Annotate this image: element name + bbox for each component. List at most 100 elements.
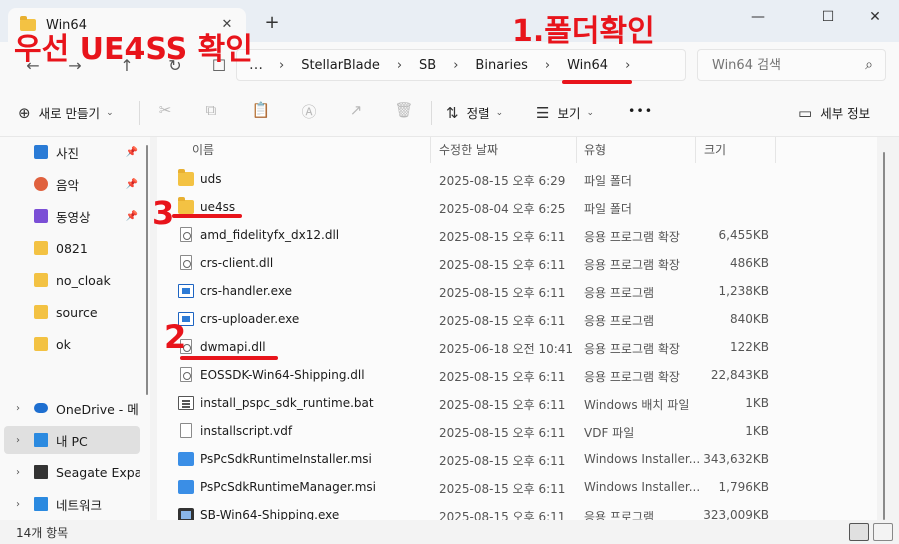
breadcrumb-stellarblade[interactable]: StellarBlade (301, 58, 380, 73)
chevron-right-icon[interactable]: › (16, 499, 20, 510)
new-tab-button[interactable]: + (262, 14, 282, 34)
column-header-type[interactable]: 유형 (584, 141, 606, 158)
breadcrumb-separator[interactable]: › (279, 58, 284, 73)
file-row[interactable]: PsPcSdkRuntimeManager.msi 2025-08-15 오후 6… (157, 473, 877, 501)
file-row[interactable]: crs-uploader.exe 2025-08-15 오후 6:11 응용 프로그… (157, 305, 877, 333)
chevron-right-icon[interactable]: › (16, 435, 20, 446)
file-size: 1,796KB (718, 480, 769, 494)
file-row[interactable]: ue4ss 2025-08-04 오후 6:25 파일 폴더 (157, 193, 877, 221)
details-view-button[interactable] (849, 523, 869, 541)
sidebar-item-no-cloak[interactable]: no_cloak (4, 266, 140, 294)
chevron-right-icon[interactable]: › (16, 467, 20, 478)
pc-icon (34, 433, 48, 447)
plus-circle-icon: ⊕ (18, 103, 31, 122)
column-header-modified[interactable]: 수정한 날짜 (439, 141, 498, 158)
breadcrumb-win64[interactable]: Win64 (567, 58, 608, 73)
file-date: 2025-08-15 오후 6:11 (439, 286, 566, 300)
file-type: 응용 프로그램 (584, 510, 655, 520)
minimize-button[interactable]: — (736, 6, 780, 28)
sidebar-item-network[interactable]: › 네트워크 (4, 490, 140, 518)
pin-icon[interactable]: 📌 (126, 211, 138, 222)
file-name: EOSSDK-Win64-Shipping.dll (200, 368, 365, 382)
close-window-button[interactable]: ✕ (853, 6, 897, 28)
pin-icon[interactable]: 📌 (126, 179, 138, 190)
file-date: 2025-08-15 오후 6:11 (439, 482, 566, 496)
sidebar-item-this-pc[interactable]: › 내 PC (4, 426, 140, 454)
maximize-button[interactable]: ☐ (806, 6, 850, 28)
delete-icon[interactable]: 🗑 (393, 101, 415, 123)
sidebar-item-0821[interactable]: 0821 (4, 234, 140, 262)
sidebar-scrollbar[interactable] (146, 145, 148, 395)
file-row[interactable]: SB-Win64-Shipping.exe 2025-08-15 오후 6:11 응… (157, 501, 877, 520)
column-header-name[interactable]: 이름 (192, 141, 214, 158)
file-type: 응용 프로그램 확장 (584, 258, 680, 272)
file-row[interactable]: uds 2025-08-15 오후 6:29 파일 폴더 (157, 165, 877, 193)
file-list-scrollbar[interactable] (883, 152, 885, 520)
details-pane-button[interactable]: ▭ 세부 정보 (798, 103, 870, 122)
new-button[interactable]: ⊕ 새로 만들기 ⌄ (18, 103, 114, 122)
sidebar-item-ok[interactable]: ok (4, 330, 140, 358)
sidebar-item-source[interactable]: source (4, 298, 140, 326)
breadcrumb-binaries[interactable]: Binaries (475, 58, 527, 73)
annotation-underline-dwmapi (180, 356, 278, 360)
file-date: 2025-08-15 오후 6:11 (439, 426, 566, 440)
breadcrumb-separator[interactable]: › (545, 58, 550, 73)
new-button-label: 새로 만들기 (38, 106, 101, 121)
view-button[interactable]: ☰ 보기 ⌄ (536, 103, 594, 122)
file-row[interactable]: install_pspc_sdk_runtime.bat 2025-08-15 오… (157, 389, 877, 417)
annotation-step1: 1.폴더확인 (512, 14, 655, 49)
paste-icon[interactable]: 📋 (250, 101, 272, 123)
address-bar[interactable]: … › StellarBlade › SB › Binaries › Win64… (236, 49, 686, 81)
folder-icon (34, 241, 48, 255)
pin-icon[interactable]: 📌 (126, 147, 138, 158)
chevron-down-icon: ⌄ (106, 107, 114, 118)
column-divider[interactable] (695, 137, 696, 163)
command-bar: ⊕ 새로 만들기 ⌄ ✂ ⧉ 📋 Ⓐ ↗ 🗑 ⇅ 정렬 ⌄ ☰ 보기 ⌄ •••… (0, 89, 899, 137)
column-divider[interactable] (576, 137, 577, 163)
file-name: SB-Win64-Shipping.exe (200, 508, 340, 520)
file-size: 343,632KB (703, 452, 769, 466)
more-options-button[interactable]: ••• (628, 103, 653, 118)
search-box[interactable]: ⌕ (697, 49, 886, 81)
more-icon: ••• (628, 103, 654, 118)
sort-button[interactable]: ⇅ 정렬 ⌄ (446, 103, 503, 122)
sort-arrow-icon: ^ (303, 137, 311, 143)
breadcrumb-separator[interactable]: › (453, 58, 458, 73)
column-divider[interactable] (775, 137, 776, 163)
sidebar-item-music[interactable]: 음악 📌 (4, 170, 140, 198)
cut-icon[interactable]: ✂ (154, 101, 176, 123)
file-row[interactable]: crs-client.dll 2025-08-15 오후 6:11 응용 프로그램 … (157, 249, 877, 277)
sidebar-item-videos[interactable]: 동영상 📌 (4, 202, 140, 230)
sidebar-item-label: Seagate Expans (56, 464, 140, 480)
sidebar-item-seagate[interactable]: › Seagate Expans (4, 458, 140, 486)
rename-icon[interactable]: Ⓐ (298, 101, 320, 123)
file-row[interactable]: EOSSDK-Win64-Shipping.dll 2025-08-15 오후 6… (157, 361, 877, 389)
copy-icon[interactable]: ⧉ (200, 101, 222, 123)
search-input[interactable] (712, 57, 852, 73)
file-size: 486KB (729, 256, 769, 270)
file-row[interactable]: crs-handler.exe 2025-08-15 오후 6:11 응용 프로그램… (157, 277, 877, 305)
file-name: crs-handler.exe (200, 284, 292, 298)
breadcrumb-chevron[interactable]: › (625, 58, 630, 73)
column-divider[interactable] (430, 137, 431, 163)
file-row[interactable]: installscript.vdf 2025-08-15 오후 6:11 VDF 파… (157, 417, 877, 445)
chevron-right-icon[interactable]: › (16, 403, 20, 414)
tiles-view-button[interactable] (873, 523, 893, 541)
file-row[interactable]: amd_fidelityfx_dx12.dll 2025-08-15 오후 6:1… (157, 221, 877, 249)
annotation-underline-ue4ss (172, 214, 242, 218)
column-header-size[interactable]: 크기 (704, 141, 726, 158)
breadcrumb-separator[interactable]: › (397, 58, 402, 73)
share-icon[interactable]: ↗ (345, 101, 367, 123)
search-icon[interactable]: ⌕ (865, 57, 873, 73)
videos-icon (34, 209, 48, 223)
sidebar-item-label: 음악 (56, 177, 80, 193)
sidebar-item-photos[interactable]: 사진 📌 (4, 138, 140, 166)
drive-icon (34, 465, 48, 479)
annotation-step2: 2 (164, 318, 187, 356)
file-type: 파일 폴더 (584, 202, 632, 216)
sidebar-item-onedrive[interactable]: › OneDrive - 메티 (4, 394, 140, 422)
file-date: 2025-08-15 오후 6:11 (439, 258, 566, 272)
breadcrumb-sb[interactable]: SB (419, 58, 436, 73)
file-row[interactable]: PsPcSdkRuntimeInstaller.msi 2025-08-15 오후… (157, 445, 877, 473)
file-type: 응용 프로그램 확장 (584, 370, 680, 384)
